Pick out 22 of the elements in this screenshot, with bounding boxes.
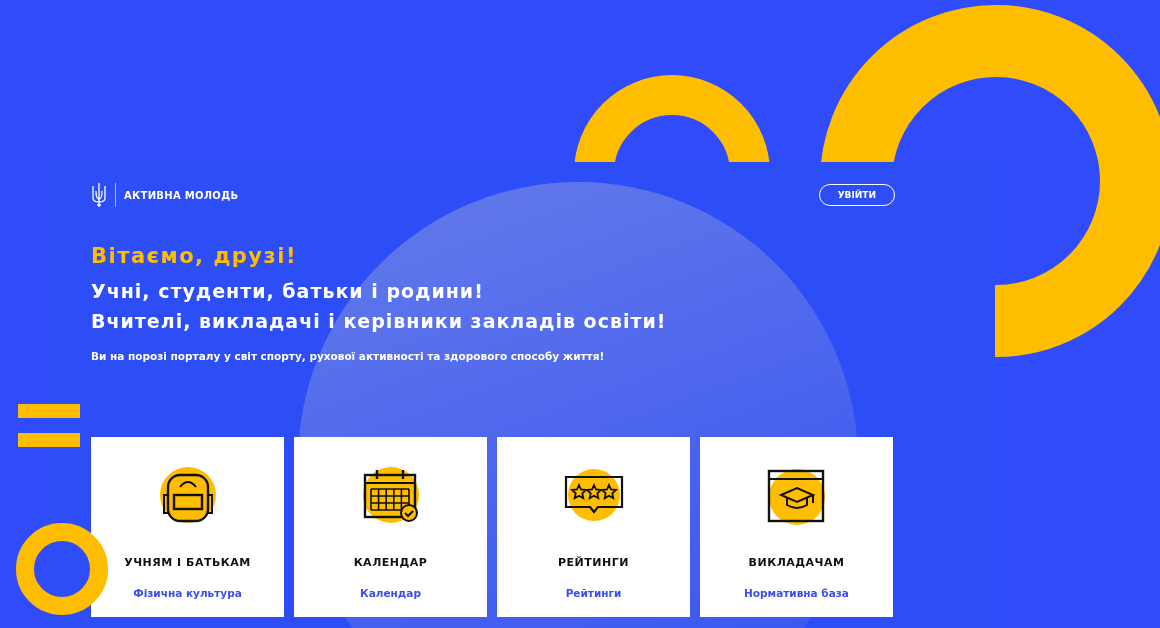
card-link[interactable]: Рейтинги bbox=[565, 587, 622, 599]
greeting-heading: Вітаємо, друзі! bbox=[91, 244, 299, 268]
category-card[interactable]: УЧНЯМ І БАТЬКАМ Фізична культура bbox=[91, 437, 284, 617]
stripe-decoration bbox=[18, 404, 80, 418]
card-title: УЧНЯМ І БАТЬКАМ bbox=[124, 556, 251, 569]
tagline: Ви на порозі порталу у світ спорту, рухової активності та здорового способу життя! bbox=[91, 350, 606, 362]
trident-icon bbox=[91, 182, 107, 208]
backpack-icon bbox=[157, 465, 218, 525]
card-title: КАЛЕНДАР bbox=[353, 556, 428, 569]
logo-text[interactable]: АКТИВНА МОЛОДЬ bbox=[124, 189, 239, 201]
card-title: ВИКЛАДАЧАМ bbox=[748, 556, 845, 569]
card-link[interactable]: Нормативна база bbox=[744, 587, 849, 599]
card-link[interactable]: Фізична культура bbox=[133, 587, 242, 599]
card-link[interactable]: Календар bbox=[360, 587, 421, 599]
category-card[interactable]: КАЛЕНДАР Календар bbox=[294, 437, 487, 617]
category-card[interactable]: РЕЙТИНГИ Рейтинги bbox=[497, 437, 690, 617]
headline: Вчителі, викладачі і керівники закладів освіти! bbox=[91, 310, 668, 332]
calendar-icon bbox=[360, 465, 421, 525]
category-card[interactable]: ВИКЛАДАЧАМ Нормативна база bbox=[700, 437, 893, 617]
headline: Учні, студенти, батьки і родини! bbox=[91, 280, 485, 302]
stripe-decoration bbox=[18, 433, 80, 447]
card-title: РЕЙТИНГИ bbox=[558, 556, 629, 569]
